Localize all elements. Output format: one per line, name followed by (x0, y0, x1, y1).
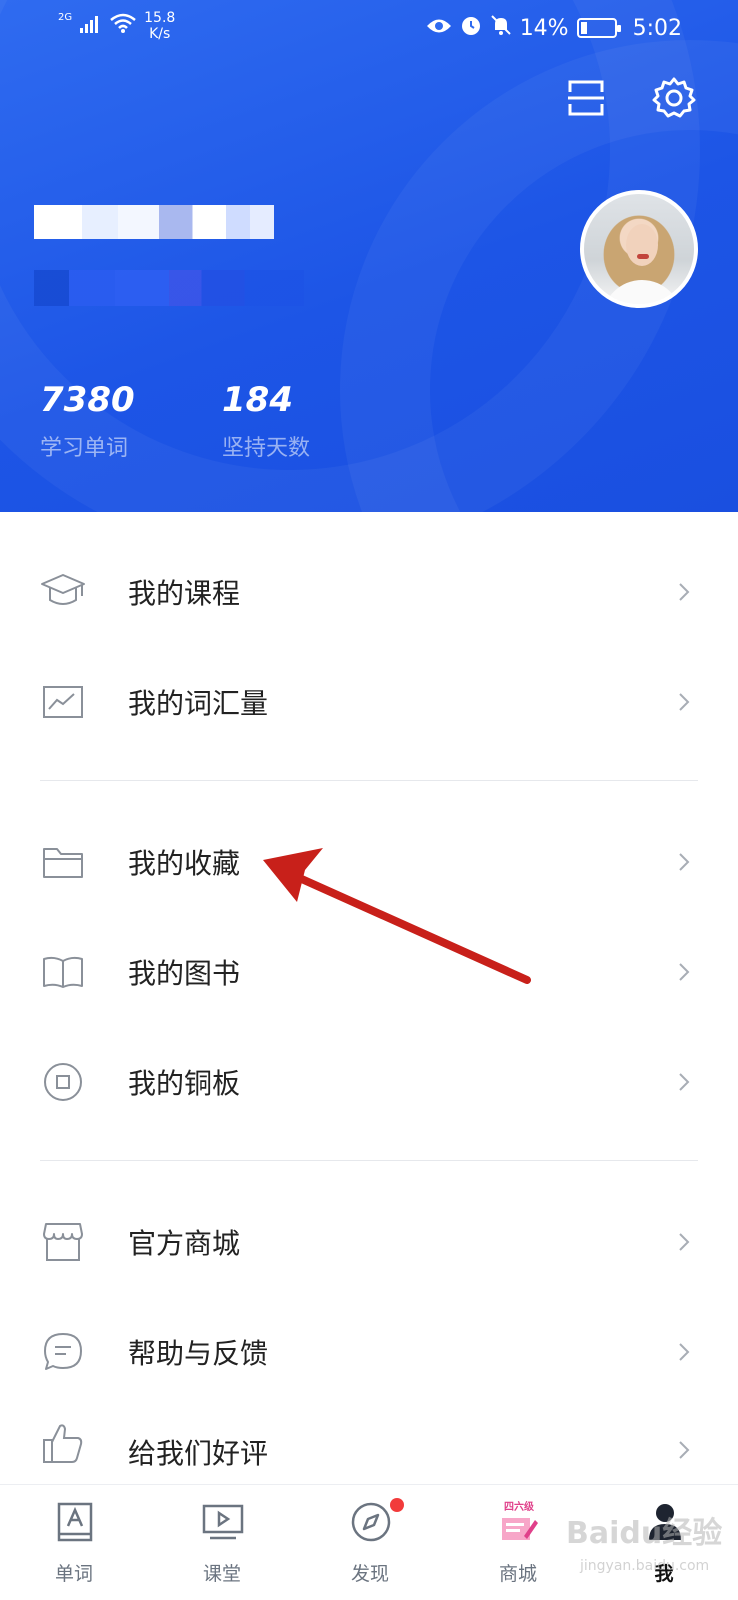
chevron-right-icon (676, 580, 692, 604)
nav-words[interactable]: 单词 (0, 1485, 148, 1600)
menu-help-feedback[interactable]: 帮助与反馈 (0, 1302, 738, 1402)
mute-bell-icon (490, 14, 512, 42)
chat-icon (40, 1329, 86, 1375)
compass-icon (350, 1501, 392, 1543)
menu-my-books[interactable]: 我的图书 (0, 922, 738, 1022)
alarm-icon (460, 14, 482, 42)
network-speed: 15.8 K/s (144, 10, 176, 42)
signal-icon (80, 14, 102, 39)
chevron-right-icon (676, 1340, 692, 1364)
clock-time: 5:02 (632, 15, 682, 41)
graduation-cap-icon (40, 569, 86, 615)
profile-header: 2G 15.8 K/s 14% 5:02 7380 学习单词 184 坚持天数 (0, 0, 738, 512)
chart-icon (40, 679, 86, 725)
store-icon (40, 1219, 86, 1265)
stat-streak-days[interactable]: 184 坚持天数 (222, 380, 310, 462)
network-type: 2G (58, 12, 73, 23)
book-icon (40, 949, 86, 995)
menu-label: 我的课程 (128, 577, 241, 610)
chevron-right-icon (676, 1230, 692, 1254)
avatar[interactable] (580, 190, 698, 308)
menu-rate-us[interactable]: 给我们好评 (0, 1410, 738, 1484)
chevron-right-icon (676, 1070, 692, 1094)
menu-label: 我的铜板 (128, 1067, 241, 1100)
chevron-right-icon (676, 850, 692, 874)
menu-my-coins[interactable]: 我的铜板 (0, 1032, 738, 1132)
nav-classroom[interactable]: 课堂 (148, 1485, 296, 1600)
menu-my-favorites[interactable]: 我的收藏 (0, 812, 738, 912)
word-book-icon (54, 1501, 96, 1543)
stat-words-learned[interactable]: 7380 学习单词 (40, 380, 135, 462)
settings-icon[interactable] (648, 72, 700, 124)
watermark: Baidu经验 (566, 1516, 723, 1551)
chevron-right-icon (676, 960, 692, 984)
menu-label: 官方商城 (128, 1227, 241, 1260)
cet-badge-text: 四六级 (504, 1502, 534, 1513)
menu-label: 给我们好评 (128, 1437, 269, 1470)
menu-label: 我的词汇量 (128, 687, 269, 720)
eye-icon (426, 16, 452, 41)
mall-cet-icon: 四六级 (498, 1501, 540, 1543)
chevron-right-icon (676, 1438, 692, 1462)
scan-icon[interactable] (560, 72, 612, 124)
menu-my-courses[interactable]: 我的课程 (0, 542, 738, 642)
coin-icon (40, 1059, 86, 1105)
menu-label: 帮助与反馈 (128, 1337, 269, 1370)
username-blurred (34, 205, 274, 239)
user-id-blurred (34, 270, 304, 306)
watermark-url: jingyan.baidu.com (580, 1558, 710, 1574)
battery-percent: 14% (519, 15, 569, 41)
battery-icon (576, 18, 621, 38)
menu-label: 我的图书 (128, 957, 241, 990)
menu-label: 我的收藏 (128, 847, 241, 880)
video-class-icon (202, 1501, 244, 1543)
thumbs-up-icon (40, 1420, 86, 1466)
section-divider (40, 780, 698, 781)
status-bar: 2G 15.8 K/s 14% 5:02 (0, 0, 738, 58)
wifi-icon (110, 13, 136, 39)
chevron-right-icon (676, 690, 692, 714)
folder-icon (40, 839, 86, 885)
menu-my-vocabulary[interactable]: 我的词汇量 (0, 652, 738, 752)
nav-discover[interactable]: 发现 (296, 1485, 444, 1600)
menu-official-store[interactable]: 官方商城 (0, 1192, 738, 1292)
section-divider (40, 1160, 698, 1161)
notification-dot (390, 1498, 404, 1512)
